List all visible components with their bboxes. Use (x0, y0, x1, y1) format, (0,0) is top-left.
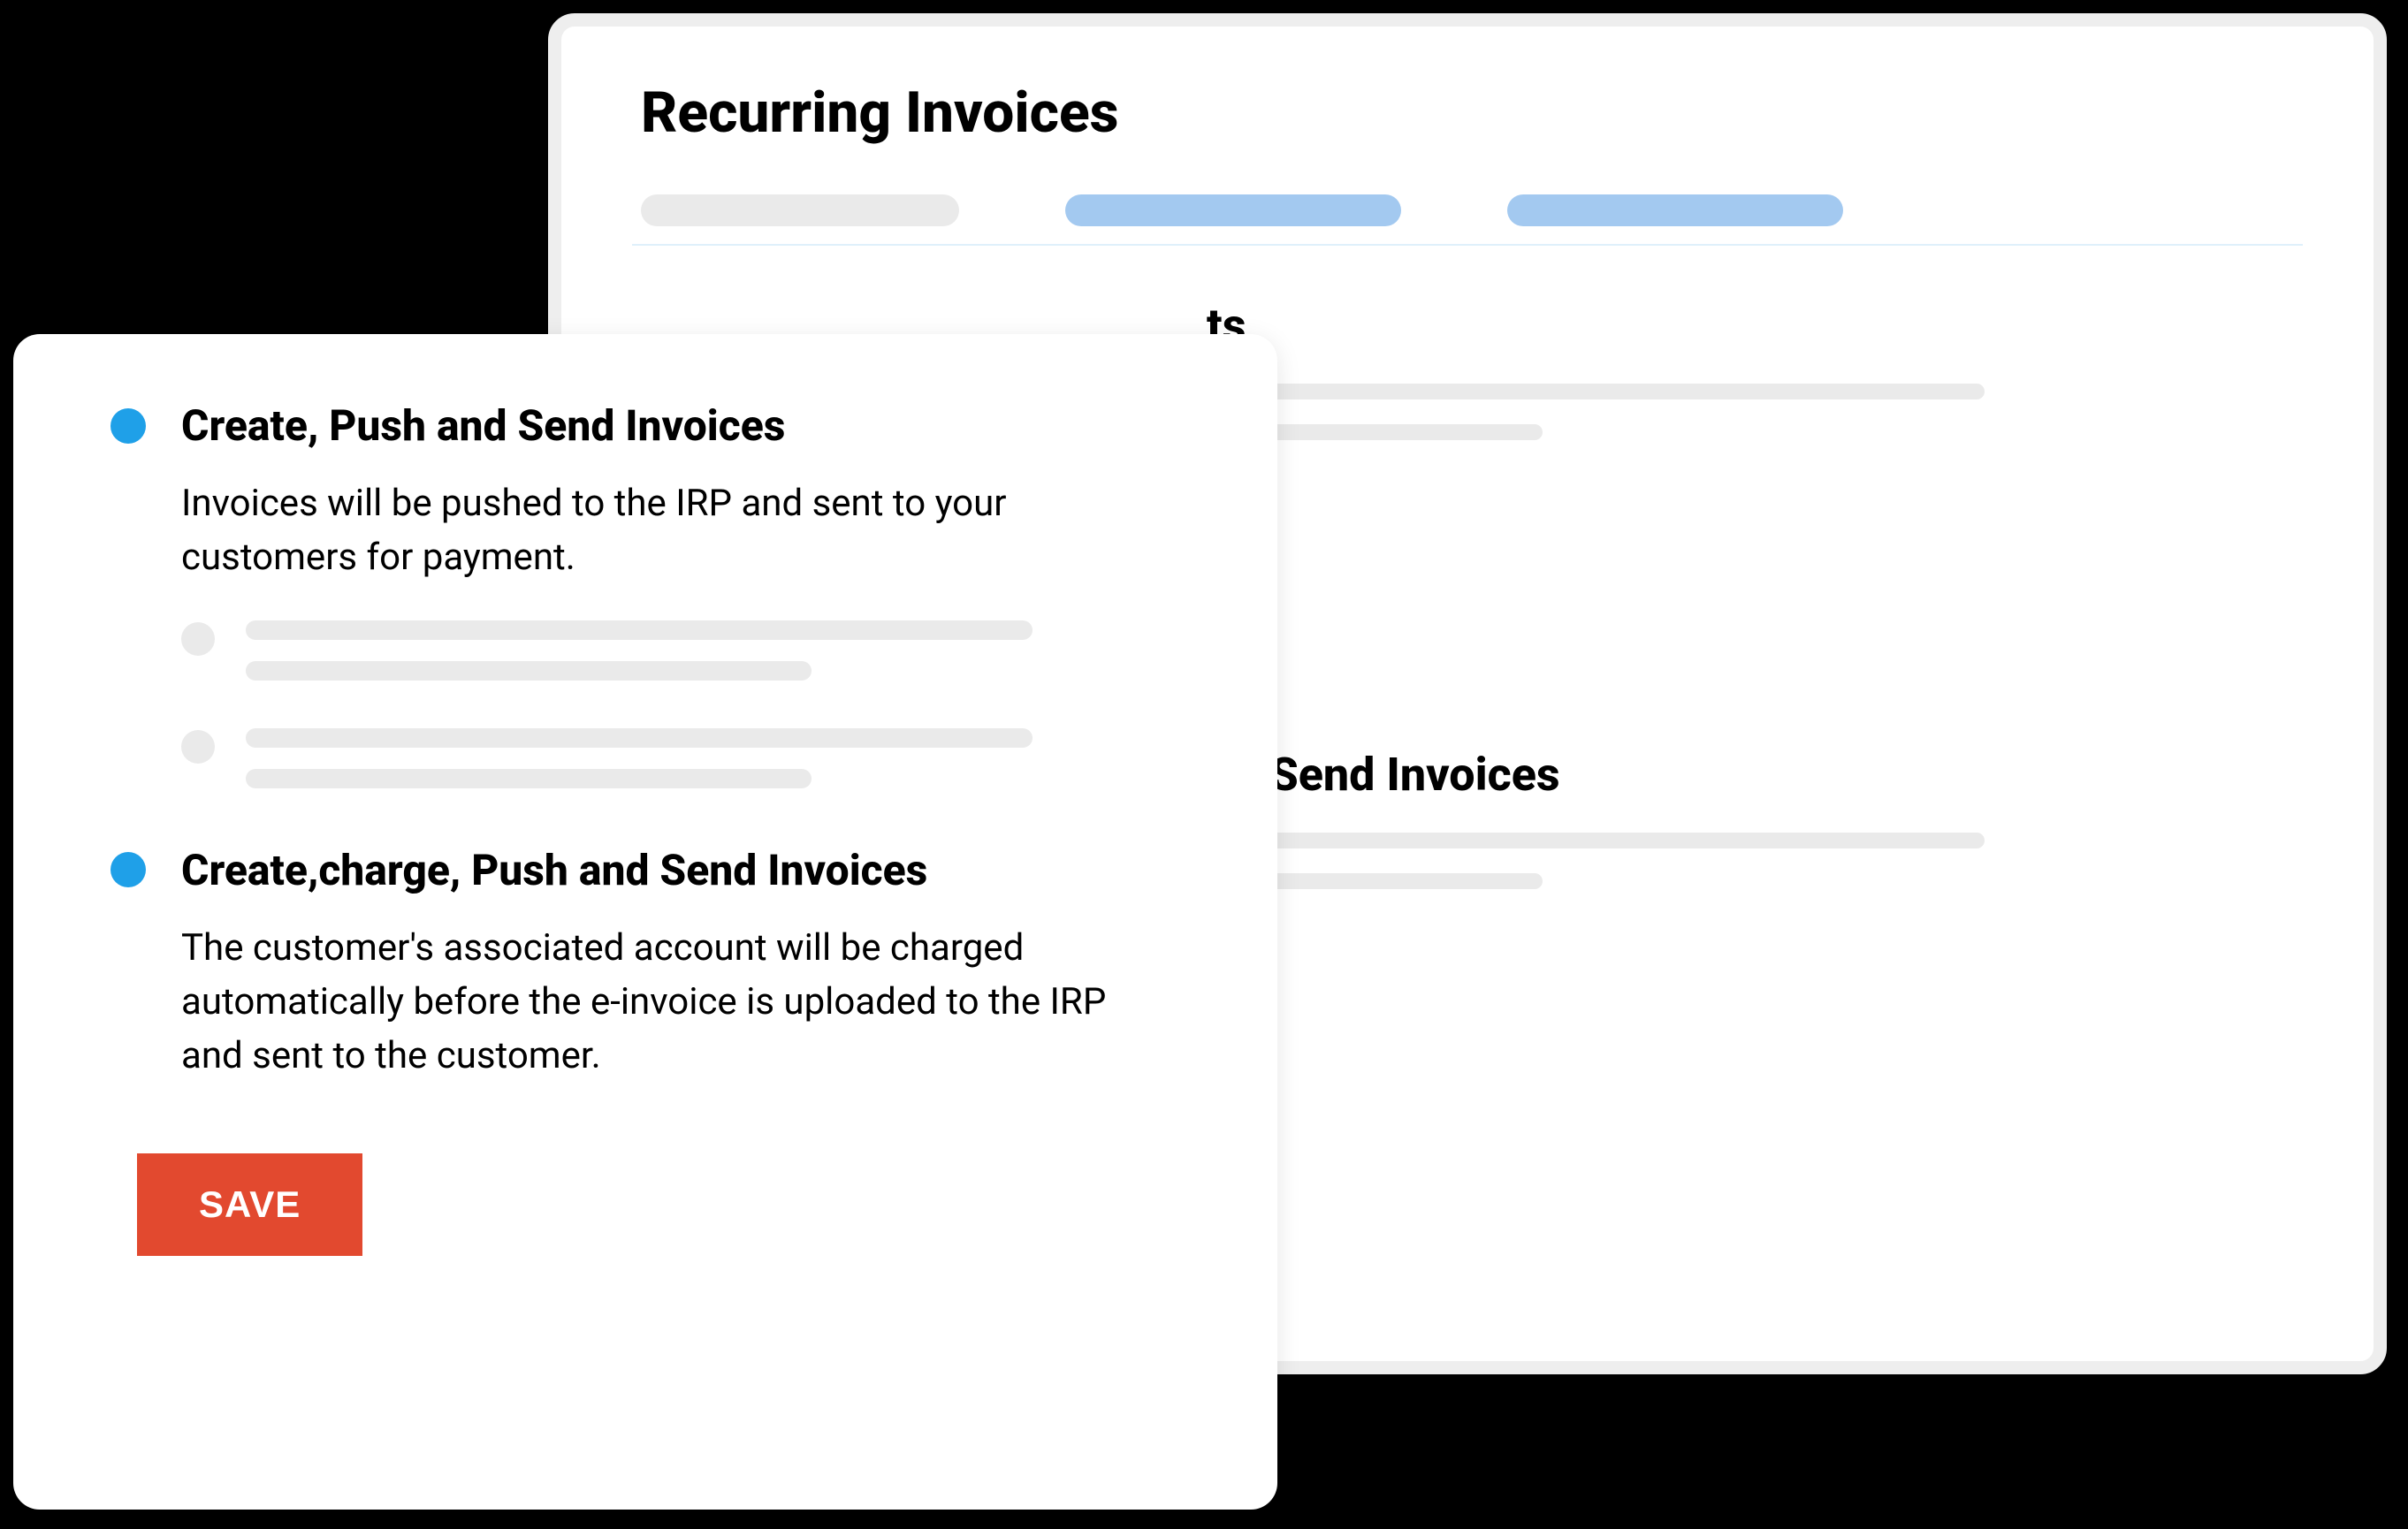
tab-placeholder-2[interactable] (1065, 194, 1401, 226)
option-description: Invoices will be pushed to the IRP and s… (181, 477, 1109, 585)
option-create-push-send[interactable]: Create, Push and Send Invoices Invoices … (110, 400, 1180, 810)
option-header: Create, Push and Send Invoices (110, 400, 1180, 451)
placeholder-line (1207, 833, 1985, 848)
option-description: The customer's associated account will b… (181, 922, 1109, 1084)
option-create-charge-push-send[interactable]: Create,charge, Push and Send Invoices Th… (110, 845, 1180, 1084)
placeholder-line (1207, 384, 1985, 399)
radio-selected-icon[interactable] (110, 852, 146, 887)
page-title: Recurring Invoices (641, 80, 2303, 146)
radio-unselected-icon[interactable] (181, 622, 215, 656)
sub-option-placeholder[interactable] (181, 728, 1180, 810)
invoice-options-card: Create, Push and Send Invoices Invoices … (13, 334, 1277, 1510)
placeholder-line (246, 728, 1033, 748)
tab-placeholder-3[interactable] (1507, 194, 1843, 226)
placeholder-line (246, 769, 812, 788)
radio-selected-icon[interactable] (110, 408, 146, 444)
placeholder-text-block-2 (1207, 833, 2303, 889)
option-title: Create, Push and Send Invoices (181, 400, 785, 451)
placeholder-line (246, 661, 812, 681)
placeholder-line (246, 620, 1033, 640)
option-header: Create,charge, Push and Send Invoices (110, 845, 1180, 895)
radio-unselected-icon[interactable] (181, 730, 215, 764)
option-title: Create,charge, Push and Send Invoices (181, 845, 927, 895)
tab-placeholder-1[interactable] (641, 194, 959, 226)
tab-row (641, 194, 2303, 226)
sub-options-block (181, 620, 1180, 810)
placeholder-text-block-1 (1207, 384, 2303, 440)
section-title-partial-2: nd Send Invoices (1207, 748, 2303, 802)
sub-option-placeholder[interactable] (181, 620, 1180, 702)
divider (632, 244, 2303, 246)
save-button[interactable]: SAVE (137, 1153, 362, 1256)
section-title-partial-1: ts (1207, 299, 2303, 353)
